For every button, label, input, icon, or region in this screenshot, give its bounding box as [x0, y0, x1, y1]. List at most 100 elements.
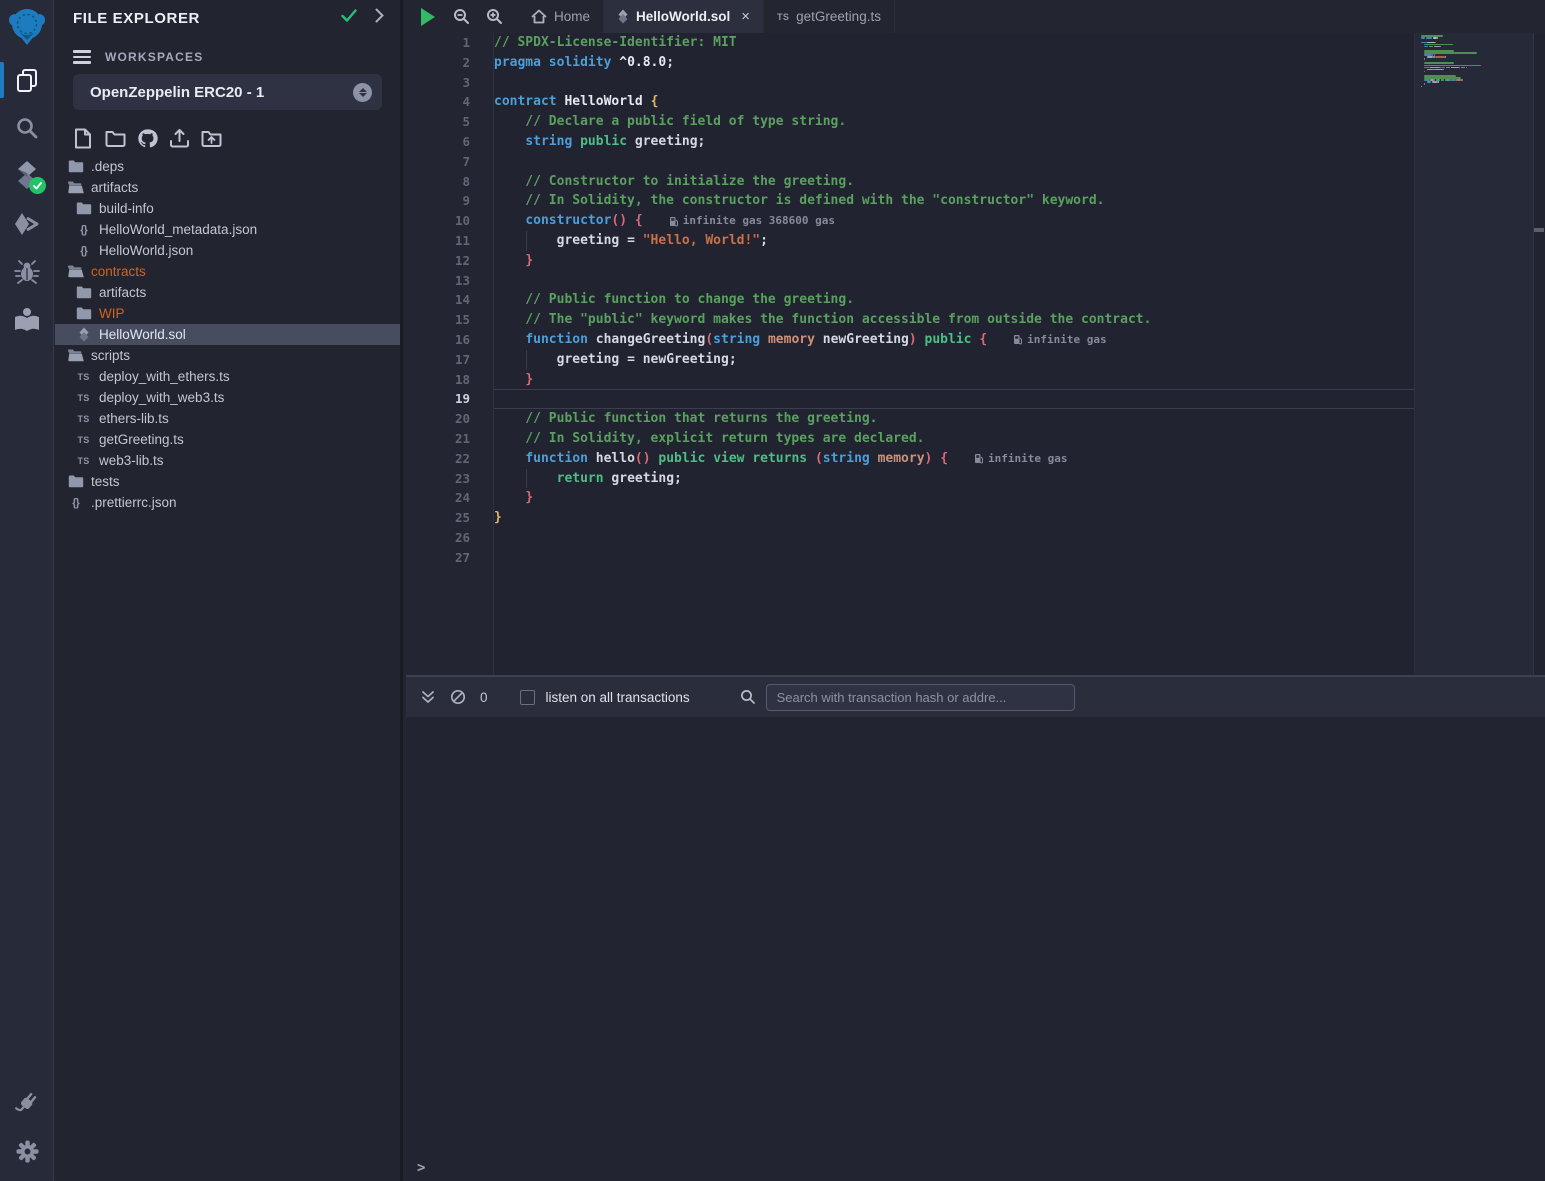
- upload-folder-icon[interactable]: [199, 126, 223, 150]
- activity-bar: [0, 0, 54, 1181]
- tree-item-ethers-lib.ts[interactable]: TSethers-lib.ts: [55, 408, 400, 429]
- plugin-manager-icon[interactable]: [0, 1079, 54, 1127]
- tree-item-deploy_with_web3.ts[interactable]: TSdeploy_with_web3.ts: [55, 387, 400, 408]
- workspaces-menu-icon[interactable]: [73, 50, 91, 63]
- line-number: 10: [406, 211, 493, 231]
- code-line-16[interactable]: function changeGreeting(string memory ne…: [494, 330, 1414, 350]
- tab-close-icon[interactable]: ×: [741, 8, 750, 25]
- line-number: 14: [406, 290, 493, 310]
- new-file-icon[interactable]: [71, 126, 95, 150]
- code-line-6[interactable]: string public greeting;: [494, 132, 1414, 152]
- debugger-icon[interactable]: [0, 248, 54, 296]
- github-icon[interactable]: [135, 126, 159, 150]
- code-line-11[interactable]: greeting = "Hello, World!";: [494, 231, 1414, 251]
- file-explorer-icon[interactable]: [0, 56, 54, 104]
- terminal-output[interactable]: >: [406, 717, 1545, 1181]
- code-line-14[interactable]: // Public function to change the greetin…: [494, 290, 1414, 310]
- code-line-4[interactable]: contract HelloWorld {: [494, 92, 1414, 112]
- code-line-5[interactable]: // Declare a public field of type string…: [494, 112, 1414, 132]
- tree-item-artifacts[interactable]: artifacts: [55, 177, 400, 198]
- deploy-run-icon[interactable]: [0, 200, 54, 248]
- listen-transactions-checkbox[interactable]: [520, 690, 535, 705]
- tree-item-artifacts[interactable]: artifacts: [55, 282, 400, 303]
- code-line-18[interactable]: }: [494, 370, 1414, 390]
- tab-Home[interactable]: Home: [518, 0, 604, 33]
- upload-file-icon[interactable]: [167, 126, 191, 150]
- terminal-collapse-icon[interactable]: [416, 685, 440, 709]
- terminal-search-input[interactable]: [766, 684, 1075, 711]
- accept-check-icon[interactable]: [341, 9, 357, 27]
- clear-console-icon[interactable]: [446, 685, 470, 709]
- terminal-toolbar: 0 listen on all transactions: [406, 677, 1545, 717]
- code-line-7[interactable]: [494, 152, 1414, 172]
- tree-item-web3-lib.ts[interactable]: TSweb3-lib.ts: [55, 450, 400, 471]
- code-line-12[interactable]: }: [494, 251, 1414, 271]
- tree-item-contracts[interactable]: contracts: [55, 261, 400, 282]
- line-number: 7: [406, 152, 493, 172]
- solidity-compiler-icon[interactable]: [0, 152, 54, 200]
- folder-icon: [75, 286, 92, 299]
- tree-item-label: artifacts: [99, 285, 146, 300]
- remix-logo[interactable]: [0, 0, 54, 56]
- tab-getGreeting.ts[interactable]: TSgetGreeting.ts: [764, 0, 895, 33]
- code-line-2[interactable]: pragma solidity ^0.8.0;: [494, 53, 1414, 73]
- line-number: 9: [406, 191, 493, 211]
- code-line-21[interactable]: // In Solidity, explicit return types ar…: [494, 429, 1414, 449]
- workspace-select[interactable]: OpenZeppelin ERC20 - 1: [73, 74, 382, 110]
- folder-icon: [67, 475, 84, 488]
- panel-collapse-chevron-icon[interactable]: [375, 8, 384, 28]
- tab-label: getGreeting.ts: [796, 9, 881, 24]
- tree-item-.deps[interactable]: .deps: [55, 156, 400, 177]
- code-line-9[interactable]: // In Solidity, the constructor is defin…: [494, 191, 1414, 211]
- code-line-23[interactable]: return greeting;: [494, 469, 1414, 489]
- minimap[interactable]: [1414, 33, 1533, 675]
- line-number: 12: [406, 251, 493, 271]
- zoom-out-icon[interactable]: [449, 5, 473, 29]
- folder-open-icon: [67, 265, 84, 278]
- editor-scrollbar[interactable]: [1533, 33, 1545, 675]
- code-line-25[interactable]: }: [494, 508, 1414, 528]
- code-line-13[interactable]: [494, 271, 1414, 291]
- folder-icon: [75, 307, 92, 320]
- new-folder-icon[interactable]: [103, 126, 127, 150]
- tab-HelloWorld.sol[interactable]: HelloWorld.sol×: [604, 0, 764, 33]
- code-line-8[interactable]: // Constructor to initialize the greetin…: [494, 172, 1414, 192]
- search-icon[interactable]: [0, 104, 54, 152]
- home-icon: [531, 9, 547, 24]
- code-line-27[interactable]: [494, 548, 1414, 568]
- tree-item-scripts[interactable]: scripts: [55, 345, 400, 366]
- zoom-in-icon[interactable]: [482, 5, 506, 29]
- tree-item-HelloWorld.json[interactable]: {}HelloWorld.json: [55, 240, 400, 261]
- learn-icon[interactable]: [0, 296, 54, 344]
- code-line-15[interactable]: // The "public" keyword makes the functi…: [494, 310, 1414, 330]
- tree-item-label: tests: [91, 474, 120, 489]
- tree-item-tests[interactable]: tests: [55, 471, 400, 492]
- settings-icon[interactable]: [0, 1127, 54, 1175]
- code-line-19[interactable]: [494, 389, 1414, 409]
- code-line-3[interactable]: [494, 73, 1414, 93]
- code-line-20[interactable]: // Public function that returns the gree…: [494, 409, 1414, 429]
- run-script-button[interactable]: [416, 5, 440, 29]
- code-editor[interactable]: 1234567891011121314151617181920212223242…: [406, 33, 1545, 675]
- code-line-1[interactable]: // SPDX-License-Identifier: MIT: [494, 33, 1414, 53]
- tab-label: Home: [554, 9, 590, 24]
- tree-item-label: scripts: [91, 348, 130, 363]
- line-number: 8: [406, 172, 493, 192]
- tree-item-HelloWorld_metadata.json[interactable]: {}HelloWorld_metadata.json: [55, 219, 400, 240]
- code-line-10[interactable]: constructor() {infinite gas 368600 gas: [494, 211, 1414, 231]
- code-line-24[interactable]: }: [494, 488, 1414, 508]
- indent-guide: [526, 469, 527, 489]
- tree-item-WIP[interactable]: WIP: [55, 303, 400, 324]
- tree-item-.prettierrc.json[interactable]: {}.prettierrc.json: [55, 492, 400, 513]
- code-line-22[interactable]: function hello() public view returns (st…: [494, 449, 1414, 469]
- code-line-17[interactable]: greeting = newGreeting;: [494, 350, 1414, 370]
- indent-guide: [526, 350, 527, 370]
- tree-item-HelloWorld.sol[interactable]: HelloWorld.sol: [55, 324, 400, 345]
- code-line-26[interactable]: [494, 528, 1414, 548]
- line-number: 11: [406, 231, 493, 251]
- tree-item-deploy_with_ethers.ts[interactable]: TSdeploy_with_ethers.ts: [55, 366, 400, 387]
- tree-item-build-info[interactable]: build-info: [55, 198, 400, 219]
- tree-item-getGreeting.ts[interactable]: TSgetGreeting.ts: [55, 429, 400, 450]
- workspace-selected-value: OpenZeppelin ERC20 - 1: [90, 84, 353, 101]
- folder-open-icon: [67, 349, 84, 362]
